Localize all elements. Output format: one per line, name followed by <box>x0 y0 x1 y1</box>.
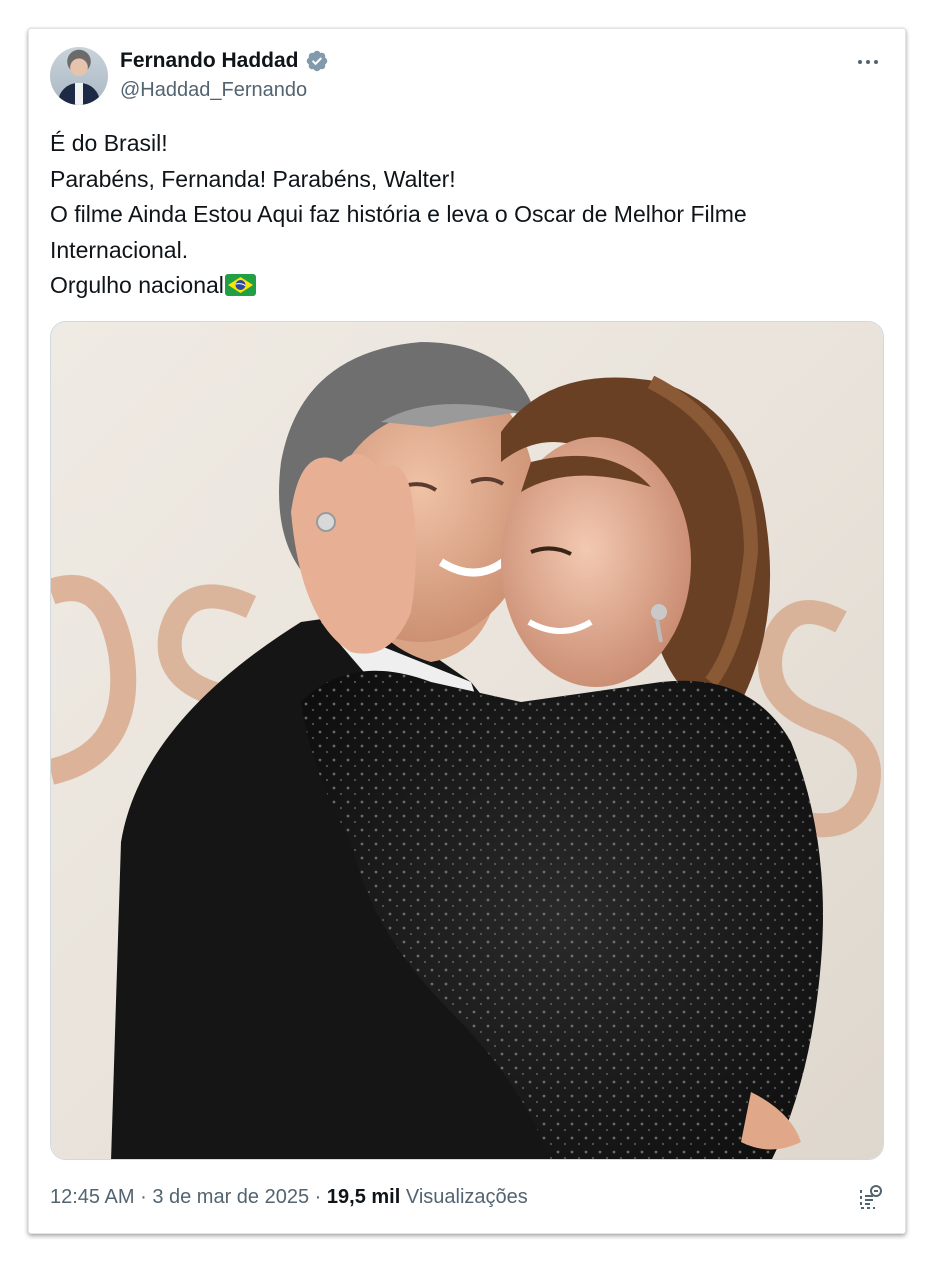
avatar[interactable] <box>50 47 108 105</box>
tweet-line: É do Brasil! <box>50 130 168 156</box>
photo-couple-oscars <box>51 322 883 1159</box>
separator: · <box>314 1186 322 1208</box>
more-dot <box>866 60 870 64</box>
views-count: 19,5 mil <box>326 1186 401 1208</box>
author-handle[interactable]: @Haddad_Fernando <box>120 79 307 102</box>
avatar-shirt <box>75 83 83 105</box>
more-icon[interactable] <box>853 47 883 77</box>
author-name-row: Fernando Haddad <box>120 49 329 73</box>
bookmark-icon[interactable] <box>855 1184 883 1212</box>
brazil-flag-icon <box>224 274 256 296</box>
tweet-text: É do Brasil! Parabéns, Fernanda! Parabén… <box>50 126 880 304</box>
separator: · <box>140 1186 147 1208</box>
tweet-line: Internacional. <box>50 236 189 263</box>
tweet-footer: 12:45 AM · 3 de mar de 2025 · 19,5 mil V… <box>50 1186 528 1209</box>
tweet-line: O filme Ainda Estou Aqui faz história e … <box>50 201 747 227</box>
tweet-line-last: Orgulho nacional <box>50 268 880 304</box>
verified-badge-icon <box>306 50 327 72</box>
more-dot <box>874 60 878 64</box>
tweet-photo[interactable] <box>50 321 884 1160</box>
tweet-time[interactable]: 12:45 AM <box>50 1186 135 1208</box>
tweet-line: Parabéns, Fernanda! Parabéns, Walter! <box>50 165 456 192</box>
tweet-card: Fernando Haddad @Haddad_Fernando É do Br… <box>28 28 906 1234</box>
more-dot <box>858 60 862 64</box>
views-label: Visualizações <box>405 1186 528 1208</box>
author-name[interactable]: Fernando Haddad <box>120 49 299 73</box>
tweet-date[interactable]: 3 de mar de 2025 <box>152 1186 309 1208</box>
tweet-line: Orgulho nacional <box>50 272 224 298</box>
